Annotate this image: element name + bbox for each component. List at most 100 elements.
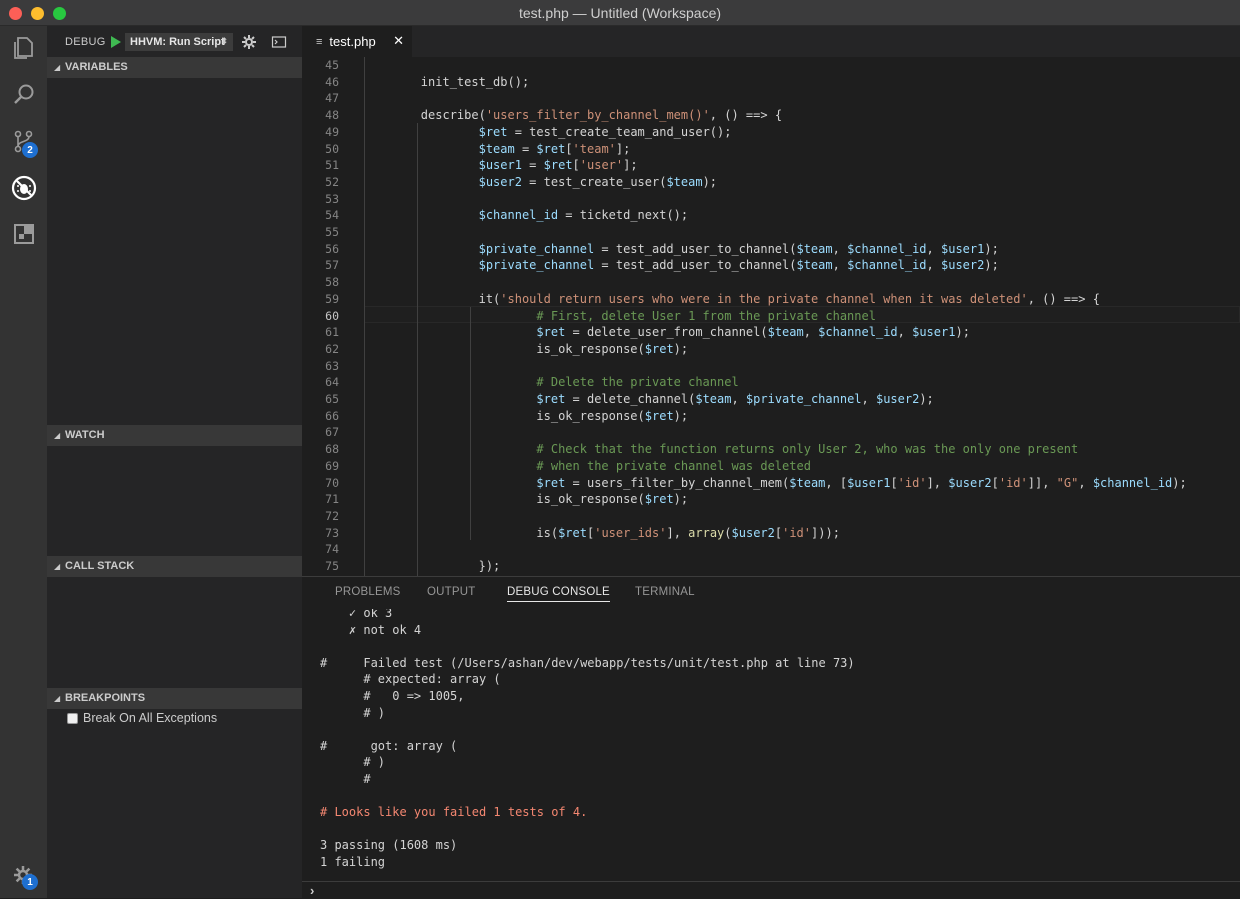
code-line[interactable]: 66 is_ok_response($ret); (302, 408, 1240, 425)
code-editor[interactable]: 45 46 init_test_db(); 47 48 describe('users… (302, 57, 1240, 576)
code-line[interactable]: 71 is_ok_response($ret); (302, 491, 1240, 508)
code-line[interactable]: 56 $private_channel = test_add_user_to_c… (302, 241, 1240, 258)
start-debugging-icon[interactable] (107, 34, 123, 50)
code-line[interactable]: 70 $ret = users_filter_by_channel_mem($t… (302, 475, 1240, 492)
watch-section-header[interactable]: ◢ WATCH (47, 425, 302, 446)
code-line[interactable]: 69 # when the private channel was delete… (302, 458, 1240, 475)
code-text: # Delete the private channel (363, 375, 739, 390)
code-text: # when the private channel was deleted (363, 458, 811, 473)
debug-sidebar: DEBUG HHVM: Run Script ⬍ ◢ VARIABLES ◢ W… (47, 26, 302, 898)
code-line[interactable]: 54 $channel_id = ticketd_next(); (302, 207, 1240, 224)
call-stack-section-title: CALL STACK (65, 560, 135, 572)
code-line[interactable]: 63 (302, 358, 1240, 375)
title-bar: test.php — Untitled (Workspace) (0, 0, 1240, 26)
collapse-triangle-icon: ◢ (54, 431, 61, 440)
code-line[interactable]: 59 it('should return users who were in t… (302, 291, 1240, 308)
debug-configuration-value: HHVM: Run Script (130, 36, 225, 48)
code-line[interactable]: 62 is_ok_response($ret); (302, 341, 1240, 358)
line-number: 58 (325, 275, 339, 290)
code-line[interactable]: 73 is($ret['user_ids'], array($user2['id… (302, 525, 1240, 542)
line-number: 75 (325, 559, 339, 573)
activity-settings[interactable]: 1 (0, 854, 47, 898)
console-line: ✓ ok 3 (320, 609, 393, 620)
line-number: 52 (325, 174, 339, 189)
line-number: 60 (325, 308, 339, 323)
code-text: is_ok_response($ret); (363, 408, 689, 423)
call-stack-section-header[interactable]: ◢ CALL STACK (47, 556, 302, 577)
chevron-updown-icon: ⬍ (220, 36, 228, 46)
activity-source-control[interactable]: 2 (0, 120, 47, 164)
code-text: $ret = delete_user_from_channel($team, $… (536, 325, 970, 340)
code-text: $ret = delete_channel($team, $private_ch… (536, 392, 934, 406)
code-line[interactable]: 65 $ret = delete_channel($team, $private… (302, 391, 1240, 408)
line-number: 68 (325, 442, 339, 457)
line-number: 47 (325, 91, 339, 106)
code-line[interactable]: 72 (302, 508, 1240, 525)
code-text: $team = $ret['team']; (478, 141, 631, 156)
code-line[interactable]: 47 (302, 90, 1240, 107)
line-number: 62 (325, 341, 339, 356)
line-number: 61 (325, 325, 339, 340)
code-line[interactable]: 45 (302, 57, 1240, 74)
tab-problems[interactable]: PROBLEMS (335, 586, 401, 598)
code-text: $private_channel = test_add_user_to_chan… (478, 258, 999, 273)
console-line: # got: array ( (320, 738, 458, 753)
tab-debug-console[interactable]: DEBUG CONSOLE (507, 586, 610, 602)
line-number: 56 (325, 241, 339, 256)
console-line: # ) (320, 705, 386, 720)
debug-console-input[interactable]: › (302, 881, 1240, 899)
code-line[interactable]: 52 $user2 = test_create_user($team); (302, 174, 1240, 191)
code-text: }); (363, 559, 501, 573)
code-line[interactable]: 67 (302, 424, 1240, 441)
code-line[interactable]: 60 # First, delete User 1 from the priva… (302, 308, 1240, 325)
tab-output[interactable]: OUTPUT (427, 586, 475, 598)
code-line[interactable]: 53 (302, 191, 1240, 208)
code-line[interactable]: 57 $private_channel = test_add_user_to_c… (302, 257, 1240, 274)
code-text: $user2 = test_create_user($team); (478, 174, 718, 189)
console-line: # Looks like you failed 1 tests of 4. (320, 805, 588, 820)
line-number: 48 (325, 108, 339, 123)
code-text: # Check that the function returns only U… (363, 442, 1079, 457)
code-text: is($ret['user_ids'], array($user2['id'])… (363, 525, 840, 540)
breakpoint-item[interactable]: Break On All Exceptions (67, 709, 217, 727)
line-number: 64 (325, 375, 339, 390)
code-line[interactable]: 64 # Delete the private channel (302, 374, 1240, 391)
code-text: $private_channel = test_add_user_to_chan… (478, 241, 999, 256)
search-icon (13, 84, 33, 104)
breakpoints-section-header[interactable]: ◢ BREAKPOINTS (47, 688, 302, 709)
debug-label: DEBUG (65, 36, 106, 48)
code-line[interactable]: 46 init_test_db(); (302, 74, 1240, 91)
code-line[interactable]: 55 (302, 224, 1240, 241)
code-line[interactable]: 75 }); (302, 558, 1240, 575)
code-line[interactable]: 68 # Check that the function returns onl… (302, 441, 1240, 458)
variables-section-title: VARIABLES (65, 61, 128, 73)
console-line: # 0 => 1005, (320, 689, 465, 703)
code-line[interactable]: 74 (302, 541, 1240, 558)
activity-search[interactable] (0, 73, 47, 117)
code-line[interactable]: 61 $ret = delete_user_from_channel($team… (302, 324, 1240, 341)
code-line[interactable]: 51 $user1 = $ret['user']; (302, 157, 1240, 174)
code-line[interactable]: 50 $team = $ret['team']; (302, 141, 1240, 158)
activity-extensions[interactable] (0, 212, 47, 256)
line-number: 65 (325, 392, 339, 406)
console-line: ✗ not ok 4 (320, 622, 422, 637)
code-line[interactable]: 58 (302, 274, 1240, 291)
code-line[interactable]: 48 describe('users_filter_by_channel_mem… (302, 107, 1240, 124)
debug-toolbar: DEBUG HHVM: Run Script ⬍ (47, 26, 302, 58)
file-lines-icon: ≡ (316, 35, 323, 48)
console-line: # Failed test (/Users/ashan/dev/webapp/t… (320, 655, 855, 670)
breakpoint-checkbox[interactable] (67, 712, 78, 724)
close-icon[interactable]: ✕ (393, 33, 404, 49)
activity-explorer[interactable] (0, 26, 47, 70)
code-line[interactable]: 49 $ret = test_create_team_and_user(); (302, 124, 1240, 141)
debug-console-icon[interactable] (271, 34, 287, 50)
debug-configuration-select[interactable]: HHVM: Run Script ⬍ (125, 33, 233, 51)
tab-terminal[interactable]: TERMINAL (635, 586, 695, 598)
tab-test-php[interactable]: ≡ test.php ✕ (302, 26, 412, 57)
gear-icon[interactable] (241, 34, 257, 50)
code-text: # First, delete User 1 from the private … (363, 308, 876, 323)
activity-debug[interactable] (0, 166, 47, 210)
variables-section-header[interactable]: ◢ VARIABLES (47, 57, 302, 78)
line-number: 49 (325, 124, 339, 139)
debug-console-output[interactable]: ✓ ok 3 ✗ not ok 4 # Failed test (/Users/a… (302, 609, 1240, 881)
